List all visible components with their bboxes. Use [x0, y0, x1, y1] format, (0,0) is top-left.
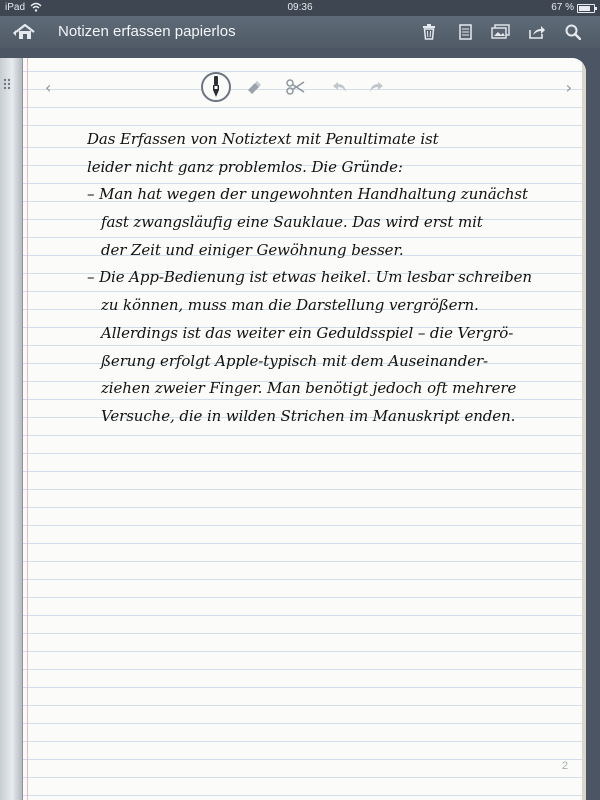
margin-rule	[27, 58, 28, 800]
grip-icon[interactable]	[3, 78, 15, 90]
undo-icon	[333, 82, 346, 92]
eraser-tool[interactable]	[239, 72, 269, 102]
scissors-icon	[286, 79, 305, 95]
note-line: der Zeit und einiger Gewöhnung besser.	[101, 240, 404, 259]
photos-button[interactable]	[488, 21, 514, 43]
redo-button[interactable]	[361, 72, 391, 102]
note-line: zu können, muss man die Darstellung verg…	[101, 296, 479, 315]
search-button[interactable]	[560, 21, 586, 43]
note-line: ßerung erfolgt Apple-typisch mit dem Aus…	[101, 351, 489, 370]
note-line: leider nicht ganz problemlos. Die Gründe…	[87, 157, 403, 176]
pages-button[interactable]	[452, 21, 478, 43]
handwritten-note: Das Erfassen von Notiztext mit Penultima…	[87, 126, 567, 431]
share-icon	[529, 26, 545, 39]
note-line: Allerdings ist das weiter ein Geduldsspi…	[101, 323, 514, 342]
pen-tool[interactable]	[201, 72, 231, 102]
photos-icon	[491, 24, 510, 39]
note-line: – Man hat wegen der ungewohnten Handhalt…	[87, 185, 528, 204]
note-line: ziehen zweier Finger. Man benötigt jedoc…	[101, 379, 517, 398]
note-line: fast zwangsläufig eine Sauklaue. Das wir…	[101, 213, 483, 232]
delete-button[interactable]	[416, 21, 442, 43]
note-line: Versuche, die in wilden Strichen im Manu…	[101, 406, 516, 425]
chevron-left-icon: ‹	[45, 78, 52, 97]
note-page[interactable]: ‹ › Das Erfassen von Notiztext mit Penul…	[23, 58, 582, 800]
page-number: 2	[561, 760, 568, 772]
notebook-edge	[582, 58, 586, 800]
undo-button[interactable]	[325, 72, 355, 102]
battery-icon	[577, 4, 597, 13]
home-button[interactable]	[10, 22, 40, 42]
nav-bar: Notizen erfassen papierlos	[0, 16, 600, 48]
battery-percent: 67 %	[551, 2, 574, 13]
nav-actions	[416, 21, 586, 43]
next-page-button[interactable]: ›	[566, 78, 572, 98]
redo-icon	[370, 82, 383, 92]
trash-icon	[423, 24, 435, 40]
document-icon	[458, 24, 472, 40]
notebook-binding	[0, 58, 23, 800]
search-icon	[565, 24, 581, 40]
chevron-right-icon: ›	[565, 78, 572, 97]
notebook: ‹ › Das Erfassen von Notiztext mit Penul…	[0, 58, 586, 800]
pen-toolbar: ‹ ›	[23, 68, 582, 104]
previous-page-button[interactable]: ‹	[45, 78, 51, 98]
pen-icon	[213, 76, 219, 97]
note-line: – Die App-Bedienung ist etwas heikel. Um…	[87, 268, 532, 287]
home-icon	[13, 23, 35, 39]
note-title: Notizen erfassen papierlos	[58, 23, 236, 40]
status-time: 09:36	[287, 2, 313, 13]
status-bar: iPad 09:36 67 %	[0, 0, 600, 16]
scissors-tool[interactable]	[281, 72, 311, 102]
eraser-icon	[248, 81, 261, 94]
share-button[interactable]	[524, 21, 550, 43]
note-line: Das Erfassen von Notiztext mit Penultima…	[87, 130, 439, 148]
